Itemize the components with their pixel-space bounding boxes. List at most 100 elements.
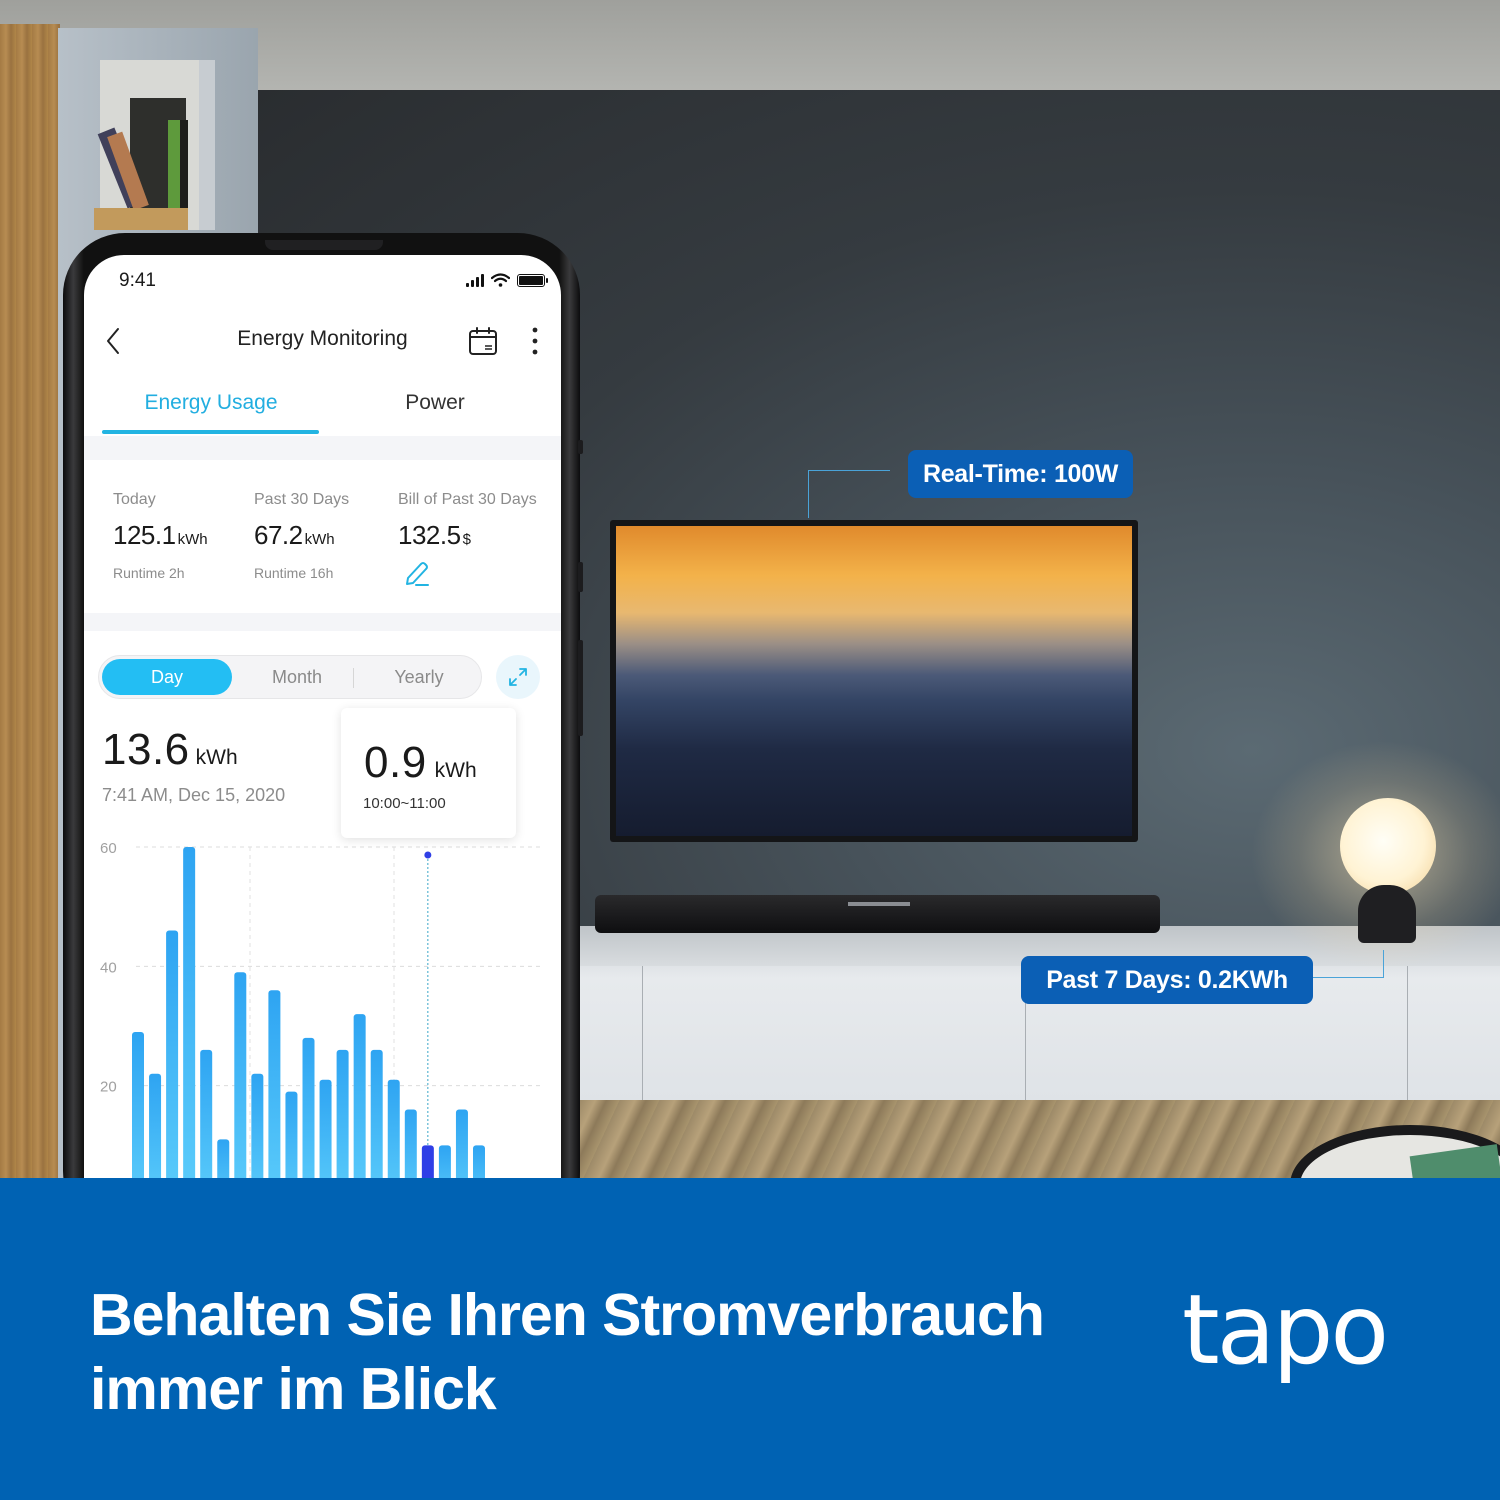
bottom-banner: Behalten Sie Ihren Stromverbrauch immer … <box>0 1178 1500 1500</box>
bar[interactable] <box>149 1073 162 1178</box>
bar[interactable] <box>285 1091 298 1178</box>
bar-selected[interactable] <box>421 1145 434 1178</box>
tab-bar: Energy Usage Power <box>84 385 561 435</box>
stat-value: 125.1 kWh <box>113 520 208 551</box>
shelf-board <box>94 208 188 230</box>
signal-icon <box>466 273 484 287</box>
bar[interactable] <box>166 930 179 1178</box>
cabinet-seam <box>642 966 643 1101</box>
headline-line-2: immer im Blick <box>90 1356 497 1422</box>
past-7-days-callout: Past 7 Days: 0.2KWh <box>1021 956 1313 1004</box>
section-divider <box>84 613 561 631</box>
book <box>168 120 180 208</box>
section-divider <box>84 436 561 460</box>
stat-label: Past 30 Days <box>254 491 350 508</box>
bar[interactable] <box>132 1031 144 1178</box>
bar[interactable] <box>319 1079 332 1178</box>
stat-label: Today <box>113 491 156 508</box>
stat-number: 125.1 <box>113 520 176 550</box>
cabinet-seam <box>1407 966 1408 1101</box>
lamp-base <box>1358 885 1416 943</box>
tooltip-value: 0.9 kWh <box>364 738 477 788</box>
y-tick-label: 60 <box>100 840 117 857</box>
calendar-icon <box>469 327 497 355</box>
stat-label: Bill of Past 30 Days <box>398 491 537 508</box>
more-button[interactable] <box>524 323 546 359</box>
bar[interactable] <box>473 1145 485 1178</box>
expand-icon <box>509 668 527 686</box>
phone-side-button <box>578 562 583 592</box>
pencil-icon <box>406 562 429 586</box>
app-nav-bar: Energy Monitoring <box>84 319 561 363</box>
stat-unit: kWh <box>177 531 208 548</box>
bar[interactable] <box>404 1109 417 1178</box>
stat-unit: kWh <box>304 531 335 548</box>
realtime-callout: Real-Time: 100W <box>908 450 1133 498</box>
bar[interactable] <box>234 972 247 1178</box>
bar[interactable] <box>217 1139 230 1178</box>
phone-side-button <box>578 640 583 736</box>
bar[interactable] <box>302 1037 315 1178</box>
edit-bill-button[interactable] <box>402 559 432 589</box>
bar[interactable] <box>387 1079 400 1178</box>
tab-energy-usage[interactable]: Energy Usage <box>102 391 320 415</box>
bar[interactable] <box>200 1049 213 1178</box>
bar[interactable] <box>336 1049 349 1178</box>
leader-line <box>1383 950 1384 978</box>
bar[interactable] <box>183 847 196 1178</box>
summary-timestamp: 7:41 AM, Dec 15, 2020 <box>102 785 286 805</box>
stat-value: 132.5 $ <box>398 520 537 551</box>
stats-panel: Today 125.1 kWh Runtime 2h Past 30 Days 6… <box>84 461 561 611</box>
stat-number: 67.2 <box>254 520 303 550</box>
bar[interactable] <box>353 1014 366 1178</box>
wifi-icon <box>491 273 510 287</box>
tv-screen <box>616 526 1132 836</box>
stat-past-30-days: Past 30 Days 67.2 kWh Runtime 16h <box>254 491 349 581</box>
battery-icon <box>517 273 548 287</box>
phone-speaker <box>265 240 383 250</box>
period-option-yearly[interactable]: Yearly <box>357 656 481 698</box>
chart-tooltip: 0.9 kWh 10:00~11:00 <box>341 708 516 838</box>
soundbar-display <box>848 902 910 906</box>
status-icons <box>466 273 548 287</box>
fullscreen-button[interactable] <box>496 655 540 699</box>
television <box>610 520 1138 842</box>
stat-runtime: Runtime 16h <box>254 565 334 581</box>
period-selector: Day Month Yearly <box>98 655 482 699</box>
app-screen: 9:41 Energy Monitoring Energy Usage Powe… <box>84 255 561 1178</box>
bar[interactable] <box>455 1109 468 1178</box>
status-time: 9:41 <box>119 270 156 291</box>
bar[interactable] <box>438 1145 451 1178</box>
lamp <box>1340 798 1436 894</box>
leader-line <box>1313 977 1383 978</box>
banner-headline: Behalten Sie Ihren Stromverbrauch immer … <box>90 1278 1045 1426</box>
stat-number: 132.5 <box>398 520 461 550</box>
selection-dot <box>424 851 432 859</box>
energy-bar-chart: 60 40 20 <box>100 840 544 1178</box>
period-option-month[interactable]: Month <box>237 656 357 698</box>
tab-power[interactable]: Power <box>324 391 546 415</box>
y-tick-label: 20 <box>100 1079 117 1096</box>
tooltip-time-range: 10:00~11:00 <box>363 795 446 812</box>
wood-panel <box>0 24 60 1178</box>
tooltip-unit: kWh <box>434 759 477 782</box>
phone-side-button <box>578 440 583 454</box>
bar[interactable] <box>268 990 281 1178</box>
stat-today: Today 125.1 kWh Runtime 2h <box>113 491 208 581</box>
summary-value: 13.6 kWh <box>102 725 238 775</box>
stat-bill: Bill of Past 30 Days 132.5 $ <box>398 491 537 589</box>
bar[interactable] <box>251 1073 264 1178</box>
bar[interactable] <box>370 1049 383 1178</box>
leader-line <box>808 470 890 471</box>
tooltip-number: 0.9 <box>364 738 427 787</box>
period-option-day[interactable]: Day <box>102 659 232 695</box>
summary-unit: kWh <box>195 746 238 769</box>
calendar-button[interactable] <box>466 323 500 359</box>
book <box>180 120 188 208</box>
more-vertical-icon <box>532 327 538 355</box>
soundbar <box>595 895 1160 933</box>
stat-value: 67.2 kWh <box>254 520 349 551</box>
tapo-logo: tapo <box>1182 1274 1389 1386</box>
y-tick-label: 40 <box>100 959 117 976</box>
stat-unit: $ <box>462 531 471 548</box>
